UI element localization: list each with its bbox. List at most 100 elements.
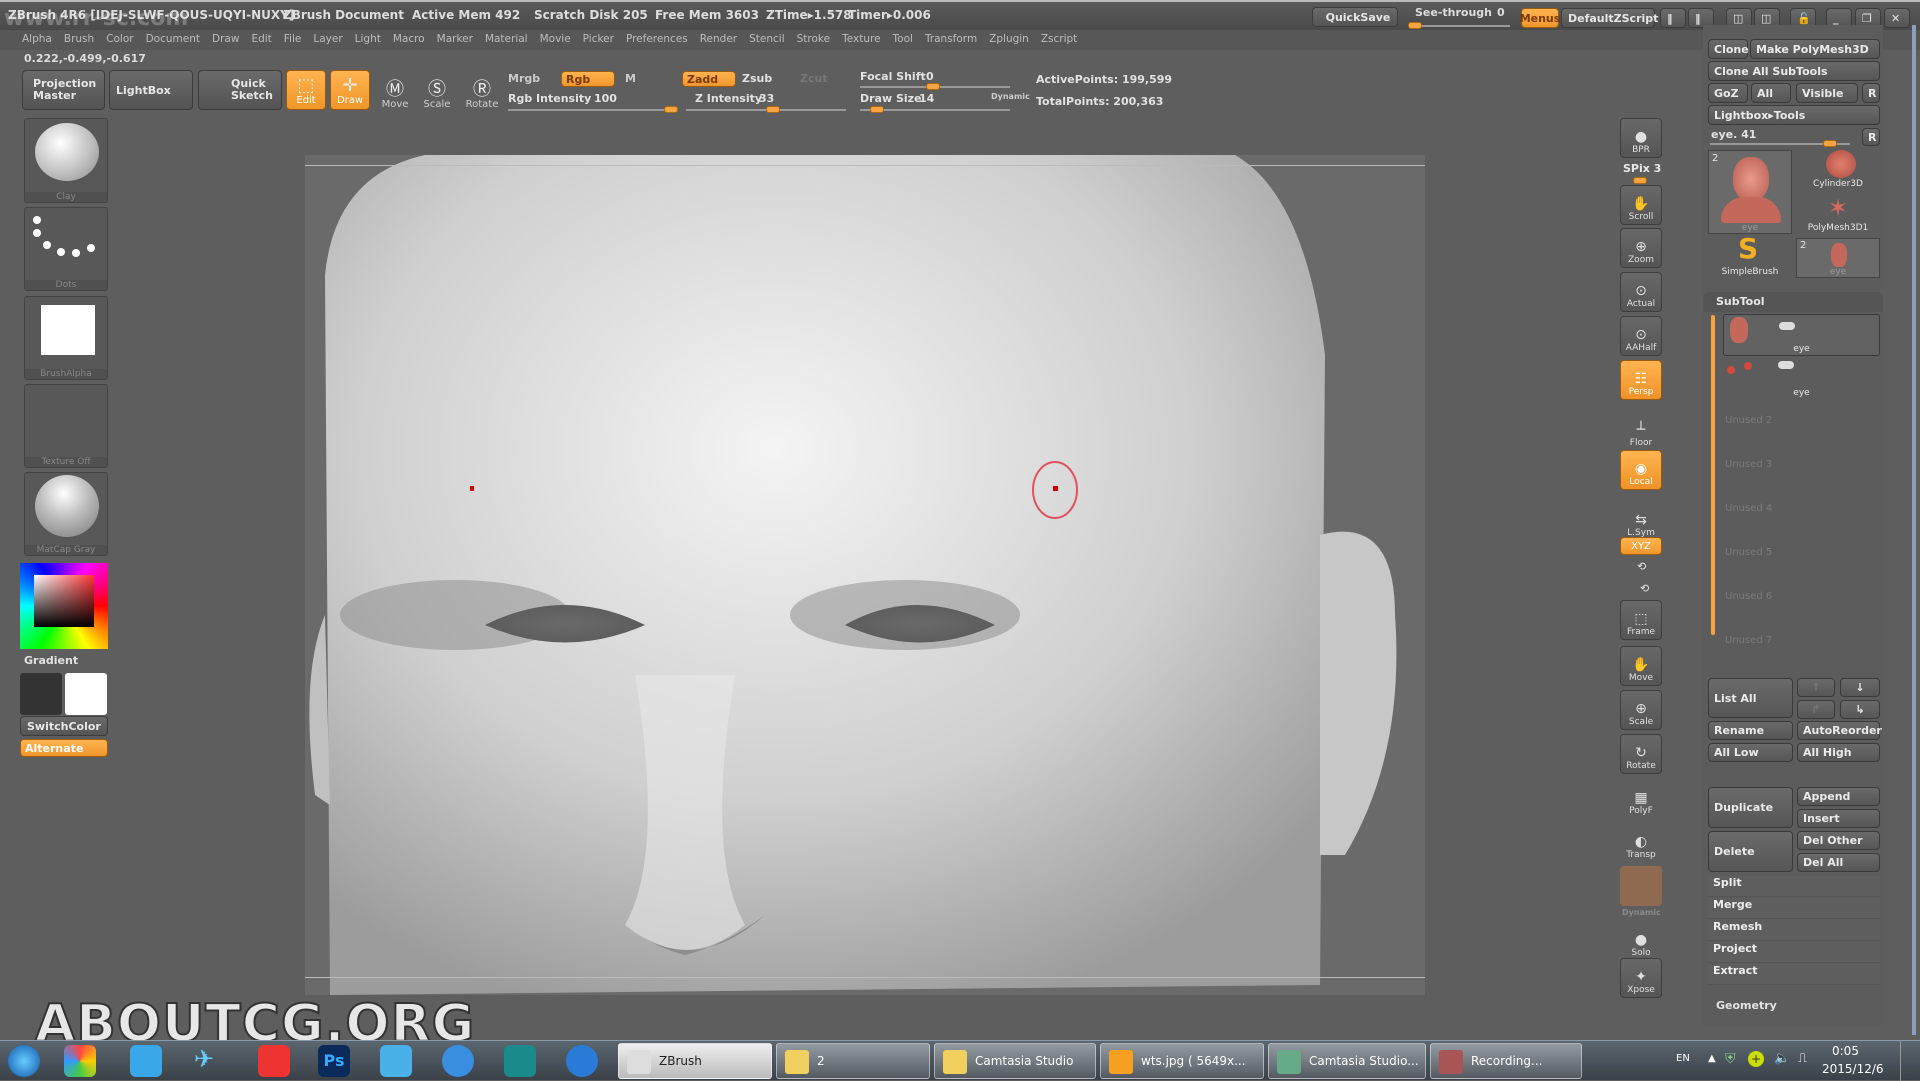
main-color-swatch[interactable] bbox=[20, 673, 62, 715]
menu-macro[interactable]: Macro bbox=[393, 33, 425, 45]
menu-zscript[interactable]: Zscript bbox=[1041, 33, 1077, 45]
tool-slider-knob[interactable] bbox=[1823, 140, 1837, 147]
brush-selector[interactable]: Clay bbox=[24, 118, 108, 203]
xyz-symmetry-button[interactable]: XYZ bbox=[1620, 537, 1662, 555]
menu-picker[interactable]: Picker bbox=[583, 33, 614, 45]
switch-color-button[interactable]: SwitchColor bbox=[20, 716, 108, 736]
make-polymesh-button[interactable]: Make PolyMesh3D bbox=[1750, 39, 1880, 59]
move-down-right-icon[interactable]: ↳ bbox=[1840, 700, 1880, 719]
menu-light[interactable]: Light bbox=[355, 33, 381, 45]
viewbar-zoom-button[interactable]: ⊕ Zoom bbox=[1620, 228, 1662, 268]
delete-button[interactable]: Delete bbox=[1708, 831, 1793, 872]
all-low-button[interactable]: All Low bbox=[1708, 743, 1793, 762]
m-toggle[interactable]: M bbox=[625, 72, 636, 85]
menu-texture[interactable]: Texture bbox=[842, 33, 880, 45]
menu-color[interactable]: Color bbox=[106, 33, 133, 45]
edit-button[interactable]: ⬚ Edit bbox=[286, 70, 326, 110]
viewbar-solo-button[interactable]: ● Solo bbox=[1620, 920, 1662, 960]
subtool-scrollbar[interactable] bbox=[1711, 315, 1715, 635]
viewbar-floor-button[interactable]: ┴ Floor bbox=[1620, 410, 1662, 450]
focal-shift-knob[interactable] bbox=[926, 83, 940, 90]
menu-draw[interactable]: Draw bbox=[212, 33, 239, 45]
menu-stroke[interactable]: Stroke bbox=[797, 33, 830, 45]
clock-date[interactable]: 2015/12/6 bbox=[1822, 1062, 1884, 1076]
draw-size-knob[interactable] bbox=[870, 106, 884, 113]
zadd-toggle[interactable]: Zadd bbox=[682, 71, 736, 87]
rgb-toggle[interactable]: Rgb bbox=[561, 71, 615, 87]
menus-button[interactable]: Menus bbox=[1520, 8, 1560, 28]
secondary-color-swatch[interactable] bbox=[65, 673, 107, 715]
menu-preferences[interactable]: Preferences bbox=[626, 33, 688, 45]
head-sculpt-model[interactable] bbox=[305, 155, 1425, 995]
netease-music-icon[interactable] bbox=[258, 1045, 290, 1077]
move-up-icon[interactable]: ↑ bbox=[1797, 678, 1835, 697]
taskbar-item[interactable]: 2 bbox=[776, 1043, 930, 1079]
tool-thumb-eye-2[interactable]: 2 eye bbox=[1796, 238, 1880, 278]
menu-movie[interactable]: Movie bbox=[540, 33, 571, 45]
viewbar-polyf-button[interactable]: ▦ PolyF bbox=[1620, 778, 1662, 818]
color-picker[interactable] bbox=[20, 563, 108, 649]
goz-r-button[interactable]: R bbox=[1862, 83, 1880, 103]
see-through-slider[interactable] bbox=[1410, 25, 1510, 27]
move-up-right-icon[interactable]: ↱ bbox=[1797, 700, 1835, 719]
move-button[interactable]: Ⓜ Move bbox=[376, 70, 414, 111]
del-all-button[interactable]: Del All bbox=[1797, 853, 1880, 872]
viewbar-bpr-button[interactable]: ● BPR bbox=[1620, 118, 1662, 158]
menu-material[interactable]: Material bbox=[485, 33, 528, 45]
menu-layer[interactable]: Layer bbox=[313, 33, 342, 45]
tool-thumb-eye[interactable]: 2 eye bbox=[1708, 150, 1792, 234]
sogou-icon[interactable] bbox=[442, 1045, 474, 1077]
taskbar-item[interactable]: Camtasia Studio bbox=[934, 1043, 1096, 1079]
viewbar-persp-button[interactable]: ☷ Persp bbox=[1620, 360, 1662, 400]
taskbar-item[interactable]: Camtasia Studio... bbox=[1268, 1043, 1426, 1079]
del-other-button[interactable]: Del Other bbox=[1797, 831, 1880, 850]
menu-stencil[interactable]: Stencil bbox=[749, 33, 785, 45]
volume-icon[interactable]: 🔈 bbox=[1774, 1051, 1790, 1066]
tool-r-button[interactable]: R bbox=[1862, 128, 1880, 146]
update-icon[interactable]: + bbox=[1748, 1051, 1764, 1067]
see-through-knob[interactable] bbox=[1408, 22, 1422, 29]
section-merge[interactable]: Merge bbox=[1708, 898, 1880, 919]
viewbar-xpose-button[interactable]: ✦ Xpose bbox=[1620, 958, 1662, 998]
photoshop-icon[interactable]: Ps bbox=[318, 1045, 350, 1077]
rgb-intensity-knob[interactable] bbox=[664, 106, 678, 113]
viewbar-transp-button[interactable]: ◐ Transp bbox=[1620, 822, 1662, 862]
rgb-intensity-slider[interactable] bbox=[508, 109, 678, 111]
goz-visible-button[interactable]: Visible bbox=[1796, 83, 1858, 103]
auto-reorder-button[interactable]: AutoReorder bbox=[1797, 721, 1882, 740]
lightbox-tools-button[interactable]: Lightbox▸Tools bbox=[1708, 105, 1880, 125]
dynamic-persp-button[interactable] bbox=[1620, 866, 1662, 906]
menu-file[interactable]: File bbox=[284, 33, 302, 45]
tool-thumb-polymesh[interactable]: ✶ PolyMesh3D1 bbox=[1796, 194, 1880, 234]
section-extract[interactable]: Extract bbox=[1708, 964, 1880, 985]
menu-alpha[interactable]: Alpha bbox=[22, 33, 52, 45]
goz-button[interactable]: GoZ bbox=[1708, 83, 1748, 103]
duplicate-button[interactable]: Duplicate bbox=[1708, 787, 1793, 828]
tool-thumb-simplebrush[interactable]: S SimpleBrush bbox=[1708, 232, 1792, 280]
language-indicator[interactable]: EN bbox=[1676, 1053, 1690, 1064]
viewbar-lsym-button[interactable]: ⇆ L.Sym bbox=[1620, 500, 1662, 540]
menu-tool[interactable]: Tool bbox=[893, 33, 913, 45]
viewbar-actual-button[interactable]: ⊙ Actual bbox=[1620, 272, 1662, 312]
app-bird-icon[interactable]: ✈ bbox=[194, 1045, 226, 1077]
viewbar-scroll-button[interactable]: ✋ Scroll bbox=[1620, 185, 1662, 225]
z-symmetry-icon[interactable]: ⟲ bbox=[1640, 582, 1649, 595]
goz-all-button[interactable]: All bbox=[1751, 83, 1791, 103]
security-shield-icon[interactable]: ⛨ bbox=[1725, 1051, 1736, 1067]
app-s-icon[interactable] bbox=[566, 1045, 598, 1077]
menu-transform[interactable]: Transform bbox=[925, 33, 977, 45]
clone-all-subtools-button[interactable]: Clone All SubTools bbox=[1708, 61, 1880, 81]
baidu-cloud-icon[interactable] bbox=[380, 1045, 412, 1077]
texture-selector[interactable]: Texture Off bbox=[24, 384, 108, 468]
stroke-selector[interactable]: Dots bbox=[24, 207, 108, 291]
start-button[interactable] bbox=[8, 1045, 40, 1077]
insert-button[interactable]: Insert bbox=[1797, 809, 1880, 828]
tool-thumb-cylinder[interactable]: Cylinder3D bbox=[1796, 150, 1880, 190]
viewbar-frame-button[interactable]: ⬚ Frame bbox=[1620, 600, 1662, 640]
show-desktop-button[interactable] bbox=[1900, 1041, 1920, 1081]
subtool-header[interactable]: SubTool bbox=[1703, 292, 1883, 312]
zsub-toggle[interactable]: Zsub bbox=[742, 72, 772, 85]
draw-button[interactable]: ✛ Draw bbox=[330, 70, 370, 110]
clock-time[interactable]: 0:05 bbox=[1832, 1044, 1859, 1058]
move-down-icon[interactable]: ↓ bbox=[1840, 678, 1880, 697]
